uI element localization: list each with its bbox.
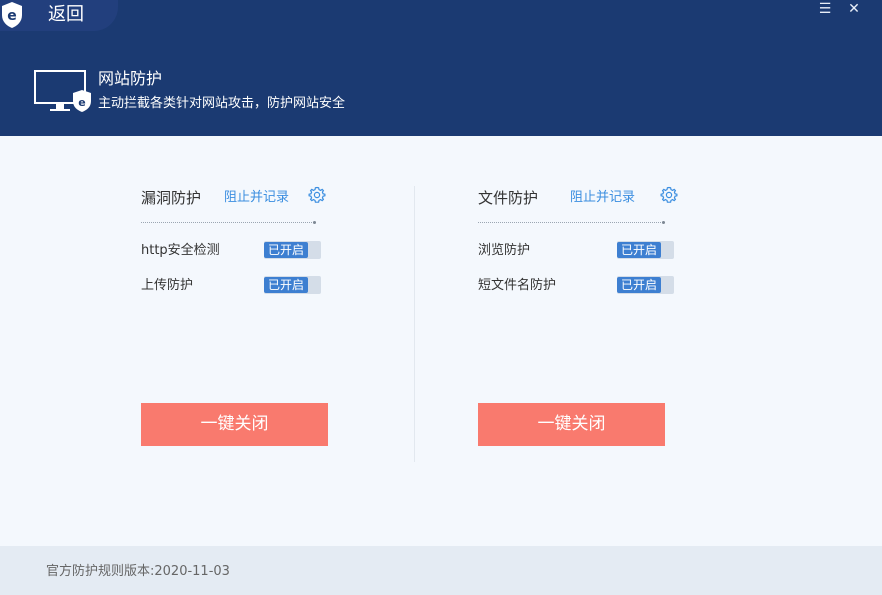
- separator-end-dot: [313, 221, 316, 224]
- toggle-status: 已开启: [617, 277, 661, 293]
- dotted-separator: [478, 221, 665, 225]
- toggle-switch[interactable]: 已开启: [617, 276, 674, 294]
- page-subtitle: 主动拦截各类针对网站攻击，防护网站安全: [98, 96, 346, 111]
- close-icon[interactable]: ✕: [845, 1, 863, 17]
- row-label: 浏览防护: [478, 243, 531, 258]
- toggle-status: 已开启: [264, 242, 308, 258]
- toggle-status: 已开启: [617, 242, 661, 258]
- row-label: 上传防护: [141, 278, 194, 293]
- toggle-switch[interactable]: 已开启: [264, 241, 321, 259]
- vulnerability-protection-panel: 漏洞防护 阻止并记录 http安全检测 已开启 上传防护 已开启 一键关闭: [141, 180, 341, 450]
- toggle-status: 已开启: [264, 277, 308, 293]
- file-protection-panel: 文件防护 阻止并记录 浏览防护 已开启 短文件名防护 已开启 一键关闭: [478, 180, 678, 450]
- gear-icon[interactable]: [660, 186, 678, 204]
- monitor-shield-icon: e: [34, 70, 91, 112]
- back-button[interactable]: 返回: [48, 3, 84, 27]
- footer-bar: 官方防护规则版本:2020-11-03: [0, 546, 882, 595]
- dotted-separator: [141, 221, 316, 225]
- mode-link[interactable]: 阻止并记录: [570, 189, 635, 207]
- menu-icon[interactable]: ☰: [816, 1, 834, 17]
- protection-row: 上传防护 已开启: [141, 276, 341, 296]
- svg-text:e: e: [78, 96, 85, 109]
- header-banner: e 返回 ☰ ✕ e 网站防护 主动拦截各类针对网站攻击，防护网站安全: [0, 0, 882, 136]
- toggle-switch[interactable]: 已开启: [617, 241, 674, 259]
- panel-title: 文件防护: [478, 189, 539, 207]
- protection-row: 短文件名防护 已开启: [478, 276, 678, 296]
- protection-row: http安全检测 已开启: [141, 241, 341, 261]
- protection-row: 浏览防护 已开启: [478, 241, 678, 261]
- gear-icon[interactable]: [308, 186, 326, 204]
- toggle-switch[interactable]: 已开启: [264, 276, 321, 294]
- rule-version-label: 官方防护规则版本:2020-11-03: [46, 564, 230, 579]
- disable-all-button[interactable]: 一键关闭: [141, 403, 328, 446]
- row-label: http安全检测: [141, 243, 220, 258]
- separator-end-dot: [662, 221, 665, 224]
- page-title: 网站防护: [98, 69, 163, 88]
- panel-divider: [414, 186, 415, 462]
- svg-text:e: e: [7, 8, 17, 24]
- row-label: 短文件名防护: [478, 278, 557, 293]
- app-logo-icon: e: [2, 2, 22, 28]
- mode-link[interactable]: 阻止并记录: [224, 189, 289, 207]
- back-tab[interactable]: e 返回: [0, 0, 118, 31]
- disable-all-button[interactable]: 一键关闭: [478, 403, 665, 446]
- panel-title: 漏洞防护: [141, 189, 202, 207]
